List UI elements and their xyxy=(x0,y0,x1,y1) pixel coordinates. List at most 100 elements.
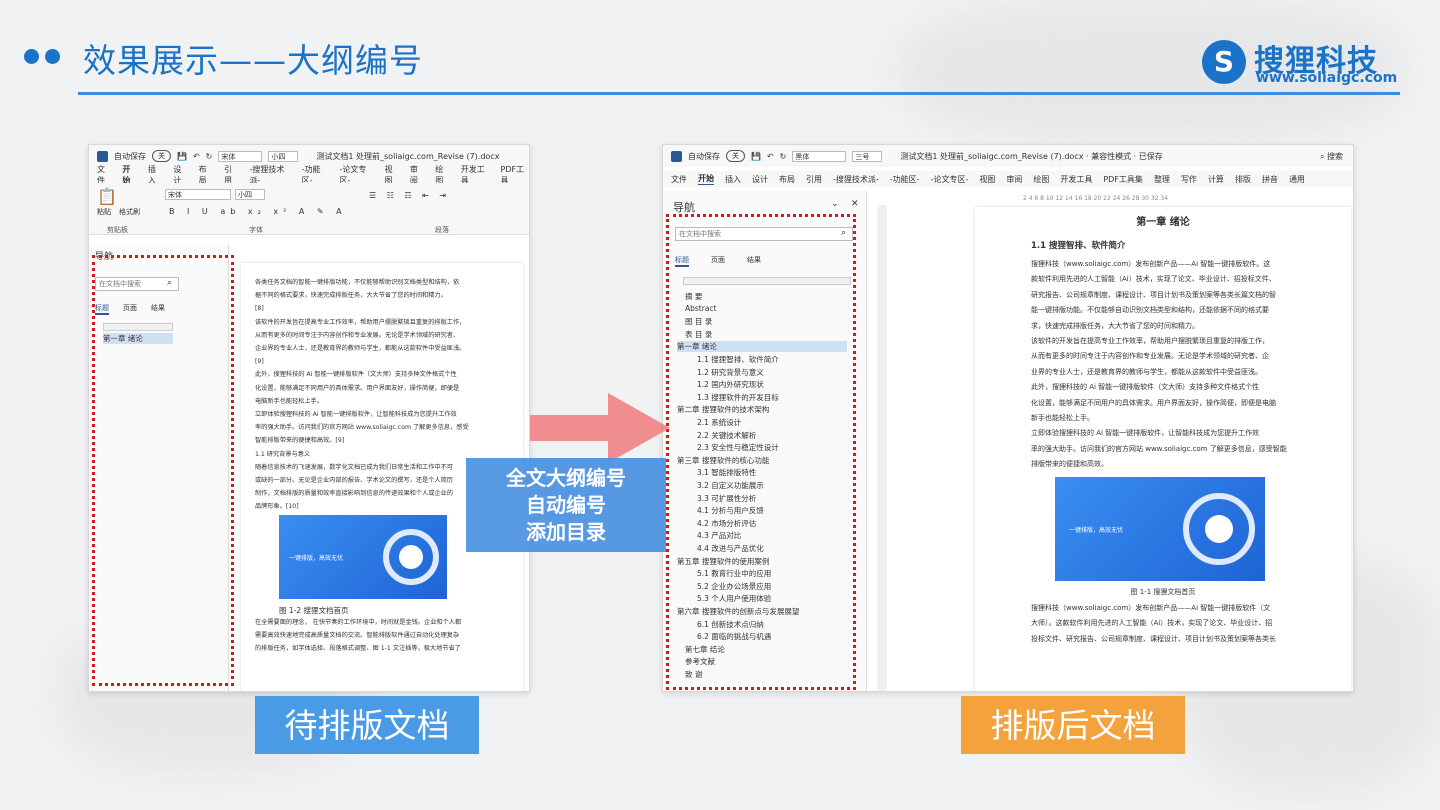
doc-paragraph-line: 此外，搜狸科技的 Ai 智能一键排版软件（文大师）支持多种文件格式个性 xyxy=(1031,383,1260,392)
menu-bar: 文件 开始 插入 设计 布局 引用 -搜狸技术派- -功能区- -论文专区- 视图 审阅 绘图 开发工具… xyxy=(663,171,1353,187)
font-selector[interactable]: 宋体 xyxy=(218,150,263,162)
chapter-heading: 第一章 绪论 xyxy=(1136,217,1190,228)
doc-paragraph-line: 新手也能轻松上手。 xyxy=(1031,414,1094,422)
before-label: 待排版文档 xyxy=(255,696,479,754)
autosave-label: 自动保存 xyxy=(688,151,720,161)
menu-item[interactable]: 审阅 xyxy=(1006,174,1022,185)
header-divider xyxy=(78,92,1400,95)
after-nav-highlight xyxy=(666,214,856,690)
image-caption-text: 一键排版，高效无忧 xyxy=(1069,527,1124,534)
brand-logo: S 搜狸科技 www.soliaigc.com xyxy=(1202,36,1412,92)
format-painter-button[interactable]: 格式刷 xyxy=(119,207,140,217)
menu-item[interactable]: 排版 xyxy=(1235,174,1251,185)
feature-callout: 全文大纲编号 自动编号 添加目录 xyxy=(466,458,666,552)
save-icon[interactable]: 💾 xyxy=(177,152,187,161)
redo-icon[interactable]: ↻ xyxy=(206,152,213,161)
undo-icon[interactable]: ↶ xyxy=(767,152,774,161)
before-nav-highlight xyxy=(92,255,234,686)
menu-item[interactable]: 通用 xyxy=(1289,174,1305,185)
menu-item[interactable]: -功能区- xyxy=(890,174,920,185)
group-clipboard: 剪贴板 xyxy=(107,226,128,234)
doc-line: 电脑新手也能轻松上手。 xyxy=(255,397,324,405)
vertical-ruler xyxy=(877,205,887,691)
menu-item[interactable]: 布局 xyxy=(779,174,795,185)
brand-url: www.soliaigc.com xyxy=(1256,70,1398,86)
doc-paragraph-line: 研究报告、公司规章制度、课程设计、项目计划书及策划案等各类长篇文档的智 xyxy=(1031,290,1276,299)
ribbon-font-selector[interactable]: 宋体 xyxy=(165,189,231,200)
menu-item[interactable]: 整理 xyxy=(1154,174,1170,185)
doc-paragraph-line: 投标文件、研究报告、公司规章制度、课程设计、项目计划书及策划案等各类长 xyxy=(1031,634,1276,643)
document-image: 一键排版，高效无忧 xyxy=(279,515,447,599)
quick-access-toolbar: 自动保存 关 💾 ↶ ↻ 黑体 三号 测试文档1 处理前_soliaigc.co… xyxy=(663,145,1353,167)
close-icon[interactable]: ✕ xyxy=(851,199,859,209)
nav-options-icon[interactable]: ⌄ xyxy=(831,199,839,209)
doc-line: 从而有更多的时间专注于内容创作和专业发展。无论是学术领域的研究者、 xyxy=(255,331,460,339)
doc-line: 各类任务文档的智能一键排版功能，不仅能够帮助识别文档类型和结构，依 xyxy=(255,279,460,286)
menu-bar: 文件 开始 插入 设计 布局 引用 -搜狸技术派- -功能区- -论文专区- 视图 审阅 绘图 开发工具… xyxy=(89,165,529,187)
menu-item[interactable]: 插入 xyxy=(725,174,741,185)
doc-paragraph-line: 立即体验搜狸科技的 Ai 智能一键排版软件，让智能科技成为您提升工作效 xyxy=(1031,429,1260,438)
transform-arrow-icon xyxy=(530,393,670,463)
undo-icon[interactable]: ↶ xyxy=(193,152,200,161)
doc-line: 率的强大助手。访问我们的官方网站 www.soliaigc.com 了解更多信息… xyxy=(255,424,469,432)
autosave-toggle[interactable]: 关 xyxy=(152,150,171,162)
group-paragraph: 段落 xyxy=(435,226,449,234)
doc-line: 智能排版带来的便捷和高效。[9] xyxy=(255,437,345,445)
doc-line: 在全需要面的理念， 在快节奏的工作环境中，时间就是金钱。企业和个人都 xyxy=(255,619,462,626)
doc-line: 据不同的格式要求，快速完成排版任务，大大节省了您的时间和精力。 xyxy=(255,292,447,300)
size-selector[interactable]: 小四 xyxy=(268,150,299,162)
group-font: 字体 xyxy=(249,226,263,234)
ribbon: 📋 粘贴 格式刷 宋体 小四 B I U ab x₂ x² A ✎ A ☰ ☷ … xyxy=(89,183,529,235)
doc-paragraph-line: 排版带来的便捷和高效。 xyxy=(1031,460,1108,469)
paste-icon[interactable]: 📋 xyxy=(97,187,117,206)
paste-label[interactable]: 粘贴 xyxy=(97,207,111,217)
doc-paragraph-line: 搜狸科技（www.soliaigc.com）发布创新产品——Ai 智能一键排版软… xyxy=(1031,604,1271,612)
autosave-toggle[interactable]: 关 xyxy=(726,150,745,162)
image-core xyxy=(399,545,423,569)
document-title: 测试文档1 处理前_soliaigc.com_Revise (7).docx ·… xyxy=(900,151,1163,161)
menu-item[interactable]: 开始 xyxy=(698,173,714,185)
horizontal-ruler: 2 4 6 8 10 12 14 16 18 20 22 24 26 28 30… xyxy=(1023,195,1169,202)
menu-item[interactable]: 开发工具 xyxy=(1060,174,1092,185)
menu-item[interactable]: -搜狸技术派- xyxy=(833,174,879,185)
doc-paragraph-line: 能一键排版功能。不仅能够自动识别文档类型和结构，还能依据不同的格式要 xyxy=(1031,306,1269,315)
menu-item[interactable]: -论文专区- xyxy=(931,174,969,185)
doc-line: 需要高效快速地完成高质量文档的交流。智能排版软件通过自动化处理复杂 xyxy=(255,632,460,640)
doc-paragraph-line: 搜狸科技（www.soliaigc.com）发布创新产品——Ai 智能一键排版软… xyxy=(1031,260,1271,268)
search-label: 搜索 xyxy=(1327,151,1343,161)
doc-paragraph-line: 业界的专业人士，还是教育界的教师与学生，都能从这款软件中受益匪浅。 xyxy=(1031,367,1262,376)
font-selector[interactable]: 黑体 xyxy=(792,150,847,162)
menu-item[interactable]: 绘图 xyxy=(1033,174,1049,185)
doc-line: [9] xyxy=(255,358,264,366)
doc-paragraph-line: 该软件的开发旨在提高专业工作效率，帮助用户摆脱繁琐且重复的排版工作， xyxy=(1031,337,1269,345)
callout-line-1: 全文大纲编号 xyxy=(506,466,626,490)
size-selector[interactable]: 三号 xyxy=(852,150,883,162)
search-box[interactable]: ⌕ 搜索 xyxy=(1320,151,1343,162)
save-icon[interactable]: 💾 xyxy=(751,152,761,161)
redo-icon[interactable]: ↻ xyxy=(780,152,787,161)
search-icon: ⌕ xyxy=(1319,151,1327,161)
menu-item[interactable]: 写作 xyxy=(1181,174,1197,185)
font-format-buttons[interactable]: B I U ab x₂ x² A ✎ A xyxy=(169,207,347,216)
doc-paragraph-line: 化设置，能够满足不同用户的具体需求。用户界面友好，操作简便，即便是电脑 xyxy=(1031,398,1276,407)
menu-item[interactable]: 计算 xyxy=(1208,174,1224,185)
doc-paragraph-line: 大师）。这款软件利用先进的人工智能（Ai）技术，实现了论文、毕业设计、招 xyxy=(1031,619,1273,628)
document-image: 一键排版，高效无忧 xyxy=(1055,477,1265,581)
doc-line: 此外，搜狸科技的 Ai 智能一键排版软件（文大师）支持多种文件格式个性 xyxy=(255,371,457,379)
menu-item[interactable]: 拼音 xyxy=(1262,174,1278,185)
menu-item[interactable]: PDF工具集 xyxy=(1103,174,1143,185)
menu-item[interactable]: 视图 xyxy=(979,174,995,185)
doc-paragraph-line: 款软件利用先进的人工智能（Ai）技术，实现了论文、毕业设计、招投标文件、 xyxy=(1031,275,1276,284)
document-title: 测试文档1 处理前_soliaigc.com_Revise (7).docx xyxy=(316,151,500,161)
menu-item[interactable]: 设计 xyxy=(752,174,768,185)
menu-item[interactable]: 文件 xyxy=(671,174,687,185)
autosave-label: 自动保存 xyxy=(114,151,146,161)
document-page: 第一章 绪论 1.1 搜狸智排、软件简介 搜狸科技（www.soliaigc.c… xyxy=(975,207,1351,691)
image-caption-text: 一键排版，高效无忧 xyxy=(289,555,344,562)
ribbon-size-selector[interactable]: 小四 xyxy=(235,189,265,200)
paragraph-buttons[interactable]: ☰ ☷ ☶ ⇤ ⇥ xyxy=(369,191,450,200)
nav-title: 导航 xyxy=(673,201,695,214)
fox-logo-icon: S xyxy=(1202,40,1246,84)
doc-paragraph-line: 率的强大助手。访问我们的官方网站 www.soliaigc.com 了解更多信息… xyxy=(1031,444,1287,453)
menu-item[interactable]: 引用 xyxy=(806,174,822,185)
